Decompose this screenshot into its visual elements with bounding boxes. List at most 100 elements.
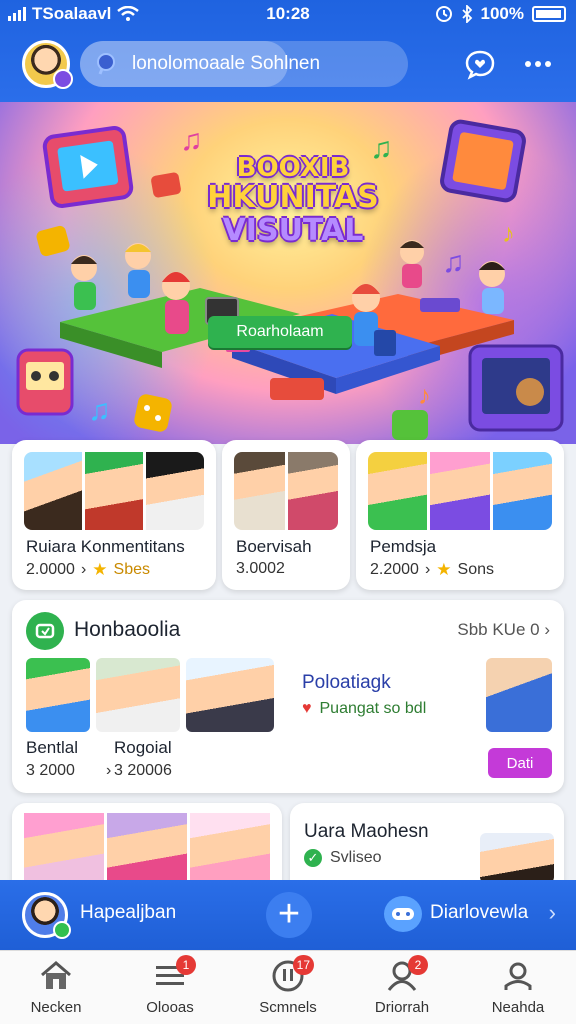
heart-icon: ♥ [302,700,312,717]
lower-thumbnails [24,813,270,883]
item-count: 3 2000 [26,762,75,779]
list-icon: 1 [152,955,196,993]
section-icon [26,612,64,650]
lower-card-thumbnail [480,833,554,883]
game-controller-icon[interactable] [384,896,422,932]
hero-title: BOOXIB HKUNITAS VISUTAL [198,154,388,248]
chevron-right-icon: › [424,561,431,578]
hero-title-line1: BOOXIB [236,153,350,183]
card-thumbnail [234,452,338,530]
featured-subtitle-text: Puangat so bdl [319,700,427,717]
nav-item-profile[interactable]: Neahda [468,959,568,1021]
nav-badge: 1 [176,955,196,975]
section-thumbnail[interactable] [186,658,274,732]
lower-card-left[interactable] [12,803,282,883]
featured-subtitle: ♥ Puangat so bdl [302,700,426,718]
nav-label: Scmnels [259,999,317,1016]
card-thumbnail [24,452,204,530]
chevron-right-icon: › [544,620,550,639]
profile-bar: Hapealjban + Diarlovewla › [0,880,576,950]
chevron-right-icon: › [80,561,87,578]
featured-thumbnail[interactable] [486,658,552,732]
chat-heart-icon[interactable] [462,46,498,82]
item-label: Rogoial [114,738,172,757]
nav-label: Neahda [491,999,545,1016]
star-icon: ★ [436,560,452,579]
star-icon: ★ [92,560,108,579]
top-bar: lonolomoaale Sohlnen [0,34,576,94]
lower-card-subtitle-text: Svliseo [330,849,382,866]
search-text: lonolomoaale Sohlnen [132,53,321,74]
bottom-nav: Necken 1 Olooas 17 Scmnels 2 Driorrah Ne… [0,950,576,1024]
hero-cta-button[interactable]: Roarholaam [208,316,352,348]
nav-badge: 2 [408,955,428,975]
nav-label: Driorrah [374,999,430,1016]
card-meta: 2.2000 › ★ Sons [370,560,494,580]
battery-icon [532,6,566,22]
person-icon [500,959,536,993]
content-card[interactable]: Ruiara Konmentitans 2.0000 › ★ Sbes [12,440,216,590]
status-bar: TSoalaavl 10:28 100% [0,0,576,28]
search-icon [97,53,115,75]
app-header: TSoalaavl 10:28 100% lonolomoaale Sohlne… [0,0,576,102]
chevron-right-icon: › [106,762,112,779]
people-icon: 2 [384,955,428,993]
check-icon: ✓ [304,849,322,867]
alert-icon: 17 [270,955,314,993]
online-badge-icon [53,921,71,939]
item-label: Bentlal [26,738,78,757]
card-tag: Sons [457,561,494,578]
card-title: Ruiara Konmentitans [26,537,185,556]
nav-label: Necken [30,999,82,1016]
svg-text:♫: ♫ [180,124,203,157]
svg-text:♪: ♪ [502,218,515,248]
hero-banner[interactable]: ♫ ♫ ♫ ♫ ♪ ♪ BOOXIB HKUNITAS VISUTAL Roar… [0,102,576,444]
lower-card-right[interactable]: Uara Maohesn ✓ Svliseo [290,803,564,883]
see-all-label: Sbb KUe 0 [457,620,540,639]
featured-cards: Ruiara Konmentitans 2.0000 › ★ Sbes Boer… [12,440,564,590]
section-thumbnail[interactable] [96,658,180,732]
nav-item-people[interactable]: 2 Driorrah [352,955,452,1021]
bluetooth-icon [461,5,472,23]
card-title: Boervisah [236,537,312,556]
svg-text:♪: ♪ [418,380,431,410]
card-count: 2.0000 [26,561,75,578]
home-icon [38,959,74,993]
content-card[interactable]: Pemdsja 2.2000 › ★ Sons [356,440,564,590]
svg-text:♫: ♫ [88,394,111,427]
alarm-icon [435,6,452,22]
content-card[interactable]: Boervisah 3.0002 [222,440,350,590]
nav-item-list[interactable]: 1 Olooas [120,955,220,1021]
card-meta: 3.0002 [236,560,285,578]
chevron-right-icon[interactable]: › [549,900,556,926]
lower-card-subtitle: ✓ Svliseo [304,849,382,867]
nav-item-alerts[interactable]: 17 Scmnels [238,955,338,1021]
see-all-link[interactable]: Sbb KUe 0 › [457,620,550,640]
lower-card-title: Uara Maohesn [304,821,429,842]
card-title: Pemdsja [370,537,437,556]
svg-text:♫: ♫ [442,246,465,279]
battery-percent: 100% [480,4,524,23]
featured-title[interactable]: Poloatiagk [302,672,391,694]
card-meta: 2.0000 › ★ Sbes [26,560,150,580]
more-icon[interactable] [520,46,556,82]
nav-item-home[interactable]: Necken [6,959,106,1021]
profile-name[interactable]: Hapealjban [80,902,176,924]
add-button[interactable]: + [266,892,312,938]
section-title: Honbaoolia [74,618,181,641]
profile-right-label[interactable]: Diarlovewla [430,902,528,924]
nav-label: Olooas [146,999,194,1016]
user-avatar[interactable] [22,40,73,89]
card-count: 2.2000 [370,561,419,578]
hero-title-line2: HKUNITAS [207,180,379,215]
avatar-badge-icon [53,69,73,89]
search-bar[interactable]: lonolomoaale Sohlnen [80,41,408,87]
hero-title-line3: VISUTAL [222,213,364,248]
nav-badge: 17 [292,955,314,975]
card-tag: Sbes [113,561,150,578]
profile-avatar[interactable] [22,892,71,939]
item-count: 3 20006 [114,762,172,779]
action-button[interactable]: Dati [488,748,552,778]
card-thumbnail [368,452,552,530]
section-thumbnail[interactable] [26,658,90,732]
